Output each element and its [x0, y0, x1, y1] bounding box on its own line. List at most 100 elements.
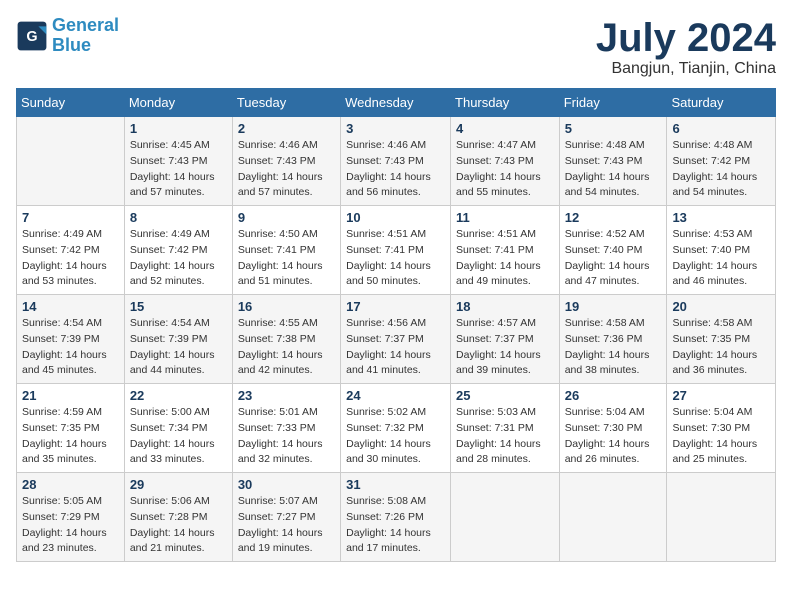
day-info: Sunrise: 4:58 AMSunset: 7:35 PMDaylight:… [672, 316, 770, 379]
logo: G General Blue [16, 16, 119, 56]
calendar-day-cell: 29 Sunrise: 5:06 AMSunset: 7:28 PMDayligh… [124, 473, 232, 562]
calendar-day-cell: 11Sunrise: 4:51 AMSunset: 7:41 PMDayligh… [451, 206, 560, 295]
day-info: Sunrise: 4:54 AMSunset: 7:39 PMDaylight:… [22, 316, 119, 379]
day-number: 14 [22, 299, 119, 314]
day-number: 19 [565, 299, 662, 314]
weekday-header-cell: Friday [559, 89, 667, 117]
calendar-day-cell [451, 473, 560, 562]
calendar-day-cell: 21 Sunrise: 4:59 AMSunset: 7:35 PMDayligh… [17, 384, 125, 473]
day-number: 3 [346, 121, 445, 136]
calendar-day-cell: 1Sunrise: 4:45 AMSunset: 7:43 PMDaylight… [124, 117, 232, 206]
calendar-day-cell: 18 Sunrise: 4:57 AMSunset: 7:37 PMDayligh… [451, 295, 560, 384]
calendar-day-cell: 20 Sunrise: 4:58 AMSunset: 7:35 PMDayligh… [667, 295, 776, 384]
calendar-table: SundayMondayTuesdayWednesdayThursdayFrid… [16, 88, 776, 562]
day-info: Sunrise: 5:06 AMSunset: 7:28 PMDaylight:… [130, 494, 227, 557]
day-info: Sunrise: 5:08 AMSunset: 7:26 PMDaylight:… [346, 494, 445, 557]
day-info: Sunrise: 4:56 AMSunset: 7:37 PMDaylight:… [346, 316, 445, 379]
logo-icon: G [16, 20, 48, 52]
calendar-day-cell: 25 Sunrise: 5:03 AMSunset: 7:31 PMDayligh… [451, 384, 560, 473]
day-number: 26 [565, 388, 662, 403]
day-number: 5 [565, 121, 662, 136]
calendar-day-cell: 22 Sunrise: 5:00 AMSunset: 7:34 PMDayligh… [124, 384, 232, 473]
calendar-week-row: 1Sunrise: 4:45 AMSunset: 7:43 PMDaylight… [17, 117, 776, 206]
calendar-day-cell [559, 473, 667, 562]
calendar-day-cell: 15Sunrise: 4:54 AMSunset: 7:39 PMDayligh… [124, 295, 232, 384]
day-number: 20 [672, 299, 770, 314]
day-number: 13 [672, 210, 770, 225]
day-number: 4 [456, 121, 554, 136]
day-number: 16 [238, 299, 335, 314]
day-number: 21 [22, 388, 119, 403]
day-number: 11 [456, 210, 554, 225]
calendar-day-cell: 4 Sunrise: 4:47 AMSunset: 7:43 PMDaylight… [451, 117, 560, 206]
calendar-day-cell: 28 Sunrise: 5:05 AMSunset: 7:29 PMDayligh… [17, 473, 125, 562]
day-number: 1 [130, 121, 227, 136]
day-number: 2 [238, 121, 335, 136]
day-number: 18 [456, 299, 554, 314]
day-info: Sunrise: 5:04 AMSunset: 7:30 PMDaylight:… [672, 405, 770, 468]
title-block: July 2024 Bangjun, Tianjin, China [596, 16, 776, 78]
calendar-week-row: 14 Sunrise: 4:54 AMSunset: 7:39 PMDayligh… [17, 295, 776, 384]
day-number: 29 [130, 477, 227, 492]
calendar-body: 1Sunrise: 4:45 AMSunset: 7:43 PMDaylight… [17, 117, 776, 562]
day-info: Sunrise: 4:54 AMSunset: 7:39 PMDaylight:… [130, 316, 227, 379]
logo-line1: General [52, 15, 119, 35]
weekday-header-cell: Thursday [451, 89, 560, 117]
day-number: 8 [130, 210, 227, 225]
day-number: 17 [346, 299, 445, 314]
calendar-day-cell: 13 Sunrise: 4:53 AMSunset: 7:40 PMDayligh… [667, 206, 776, 295]
day-number: 7 [22, 210, 119, 225]
day-info: Sunrise: 5:00 AMSunset: 7:34 PMDaylight:… [130, 405, 227, 468]
day-number: 27 [672, 388, 770, 403]
day-info: Sunrise: 4:49 AMSunset: 7:42 PMDaylight:… [130, 227, 227, 290]
svg-text:G: G [26, 29, 37, 45]
calendar-day-cell [667, 473, 776, 562]
day-number: 10 [346, 210, 445, 225]
day-number: 12 [565, 210, 662, 225]
month-title: July 2024 [596, 16, 776, 60]
weekday-header-cell: Monday [124, 89, 232, 117]
page-header: G General Blue July 2024 Bangjun, Tianji… [16, 16, 776, 78]
day-info: Sunrise: 4:57 AMSunset: 7:37 PMDaylight:… [456, 316, 554, 379]
weekday-header-row: SundayMondayTuesdayWednesdayThursdayFrid… [17, 89, 776, 117]
calendar-day-cell: 10 Sunrise: 4:51 AMSunset: 7:41 PMDayligh… [341, 206, 451, 295]
day-info: Sunrise: 5:03 AMSunset: 7:31 PMDaylight:… [456, 405, 554, 468]
calendar-day-cell: 8 Sunrise: 4:49 AMSunset: 7:42 PMDaylight… [124, 206, 232, 295]
calendar-day-cell: 23 Sunrise: 5:01 AMSunset: 7:33 PMDayligh… [232, 384, 340, 473]
day-info: Sunrise: 4:58 AMSunset: 7:36 PMDaylight:… [565, 316, 662, 379]
day-info: Sunrise: 5:02 AMSunset: 7:32 PMDaylight:… [346, 405, 445, 468]
calendar-day-cell: 6 Sunrise: 4:48 AMSunset: 7:42 PMDaylight… [667, 117, 776, 206]
weekday-header-cell: Sunday [17, 89, 125, 117]
day-info: Sunrise: 4:50 AMSunset: 7:41 PMDaylight:… [238, 227, 335, 290]
calendar-day-cell: 5Sunrise: 4:48 AMSunset: 7:43 PMDaylight… [559, 117, 667, 206]
day-number: 31 [346, 477, 445, 492]
day-info: Sunrise: 4:47 AMSunset: 7:43 PMDaylight:… [456, 138, 554, 201]
day-number: 22 [130, 388, 227, 403]
day-info: Sunrise: 5:07 AMSunset: 7:27 PMDaylight:… [238, 494, 335, 557]
logo-line2: Blue [52, 35, 91, 55]
calendar-day-cell: 14 Sunrise: 4:54 AMSunset: 7:39 PMDayligh… [17, 295, 125, 384]
calendar-day-cell: 24Sunrise: 5:02 AMSunset: 7:32 PMDayligh… [341, 384, 451, 473]
calendar-week-row: 7 Sunrise: 4:49 AMSunset: 7:42 PMDaylight… [17, 206, 776, 295]
calendar-day-cell: 19 Sunrise: 4:58 AMSunset: 7:36 PMDayligh… [559, 295, 667, 384]
day-info: Sunrise: 4:51 AMSunset: 7:41 PMDaylight:… [346, 227, 445, 290]
day-info: Sunrise: 4:48 AMSunset: 7:42 PMDaylight:… [672, 138, 770, 201]
day-info: Sunrise: 5:04 AMSunset: 7:30 PMDaylight:… [565, 405, 662, 468]
day-info: Sunrise: 4:53 AMSunset: 7:40 PMDaylight:… [672, 227, 770, 290]
day-info: Sunrise: 5:05 AMSunset: 7:29 PMDaylight:… [22, 494, 119, 557]
weekday-header-cell: Tuesday [232, 89, 340, 117]
day-number: 28 [22, 477, 119, 492]
day-info: Sunrise: 5:01 AMSunset: 7:33 PMDaylight:… [238, 405, 335, 468]
calendar-day-cell: 3Sunrise: 4:46 AMSunset: 7:43 PMDaylight… [341, 117, 451, 206]
day-number: 6 [672, 121, 770, 136]
day-number: 25 [456, 388, 554, 403]
calendar-day-cell: 30Sunrise: 5:07 AMSunset: 7:27 PMDayligh… [232, 473, 340, 562]
day-info: Sunrise: 4:59 AMSunset: 7:35 PMDaylight:… [22, 405, 119, 468]
calendar-day-cell: 31 Sunrise: 5:08 AMSunset: 7:26 PMDayligh… [341, 473, 451, 562]
calendar-day-cell: 9Sunrise: 4:50 AMSunset: 7:41 PMDaylight… [232, 206, 340, 295]
day-number: 23 [238, 388, 335, 403]
location: Bangjun, Tianjin, China [596, 60, 776, 78]
calendar-day-cell: 16Sunrise: 4:55 AMSunset: 7:38 PMDayligh… [232, 295, 340, 384]
day-info: Sunrise: 4:46 AMSunset: 7:43 PMDaylight:… [238, 138, 335, 201]
day-info: Sunrise: 4:49 AMSunset: 7:42 PMDaylight:… [22, 227, 119, 290]
